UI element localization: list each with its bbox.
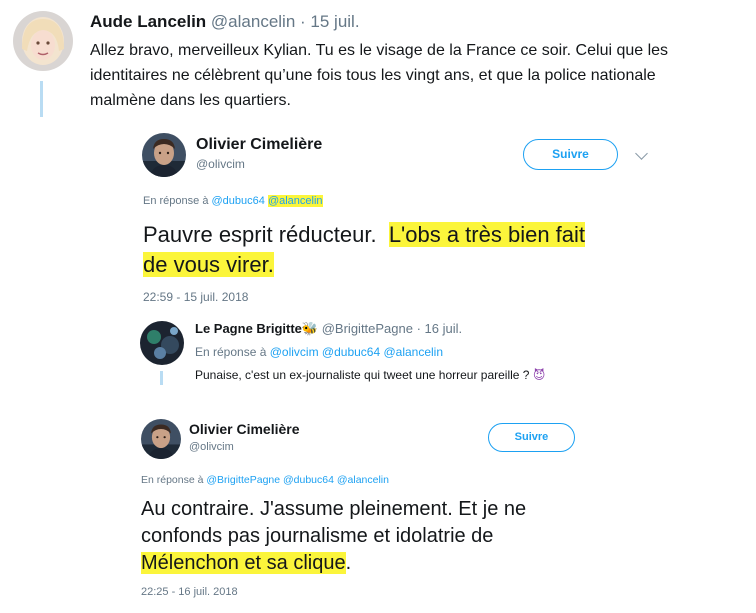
reply-context: En réponse à @olivcim @dubuc64 @alanceli… <box>195 345 443 359</box>
tweet-header: Le Pagne Brigitte🐝 @BrigittePagne · 16 j… <box>195 321 462 337</box>
reply-prefix: En réponse à <box>195 345 267 359</box>
tweet-timestamp[interactable]: 22:25 - 16 juil. 2018 <box>141 586 238 598</box>
tweet-text-plain: . <box>345 552 352 574</box>
mention-links[interactable]: @BrigittePagne @dubuc64 @alancelin <box>206 474 389 486</box>
avatar-olivier-cimeliere[interactable] <box>141 419 181 459</box>
tweet-date[interactable]: · 15 juil. <box>300 12 360 31</box>
author-handle[interactable]: @olivcim <box>196 157 245 171</box>
follow-button[interactable]: Suivre <box>488 423 575 452</box>
chevron-down-icon[interactable] <box>635 147 648 160</box>
tweet-date[interactable]: · 16 juil. <box>417 321 463 336</box>
reply-prefix: En réponse à <box>143 195 209 207</box>
tweet-text: Au contraire. J'assume pleinement. Et je… <box>141 496 526 577</box>
avatar-aude-lancelin[interactable] <box>13 11 73 71</box>
mention-link[interactable]: @alancelin <box>267 195 323 207</box>
tweet-text-line: confonds pas journalisme et idolatrie de <box>141 525 494 547</box>
author-name[interactable]: Aude Lancelin <box>90 12 206 31</box>
author-name[interactable]: Olivier Cimelière <box>189 421 300 437</box>
avatar-le-pagne-brigitte[interactable] <box>140 321 184 365</box>
author-handle[interactable]: @olivcim <box>189 441 234 453</box>
author-handle[interactable]: @alancelin <box>211 12 295 31</box>
tweet-text-line: identitaires ne célèbrent qu’une fois to… <box>90 67 656 84</box>
tweet-text-line: Au contraire. J'assume pleinement. Et je… <box>141 498 527 520</box>
follow-button[interactable]: Suivre <box>523 139 618 170</box>
tweet-text-plain: Pauvre esprit réducteur. <box>143 222 377 247</box>
tweet-timestamp[interactable]: 22:59 - 15 juil. 2018 <box>143 290 248 304</box>
devil-emoji-icon: 😈 <box>532 368 546 382</box>
mention-link[interactable]: @dubuc64 <box>212 195 265 207</box>
thread-line <box>160 371 163 385</box>
tweet-text-highlight: Mélenchon et sa clique <box>141 552 346 574</box>
mention-links[interactable]: @olivcim @dubuc64 @alancelin <box>270 345 443 359</box>
tweet-header: Aude Lancelin @alancelin · 15 juil. <box>90 12 360 32</box>
tweet-text-highlight: L'obs a très bien fait <box>388 222 586 247</box>
author-name[interactable]: Olivier Cimelière <box>196 136 322 154</box>
tweet-text-highlight: de vous virer. <box>143 252 274 277</box>
avatar-olivier-cimeliere[interactable] <box>142 133 186 177</box>
thread-line <box>40 81 43 117</box>
tweet-text-line: malmène dans les quartiers. <box>90 92 291 109</box>
author-name[interactable]: Le Pagne Brigitte <box>195 321 302 336</box>
author-handle[interactable]: @BrigittePagne <box>322 321 413 336</box>
tweet-text-line: Allez bravo, merveilleux Kylian. Tu es l… <box>90 42 669 59</box>
reply-context: En réponse à @BrigittePagne @dubuc64 @al… <box>141 474 389 486</box>
tweet-text: Punaise, c'est un ex-journaliste qui twe… <box>195 368 545 382</box>
tweet-text-plain: Punaise, c'est un ex-journaliste qui twe… <box>195 368 530 382</box>
tweet-text: Allez bravo, merveilleux Kylian. Tu es l… <box>90 38 668 113</box>
reply-context: En réponse à @dubuc64 @alancelin <box>143 195 323 207</box>
tweet-text: Pauvre esprit réducteur. L'obs a très bi… <box>143 220 586 280</box>
reply-prefix: En réponse à <box>141 474 204 486</box>
bee-icon: 🐝 <box>301 321 319 336</box>
